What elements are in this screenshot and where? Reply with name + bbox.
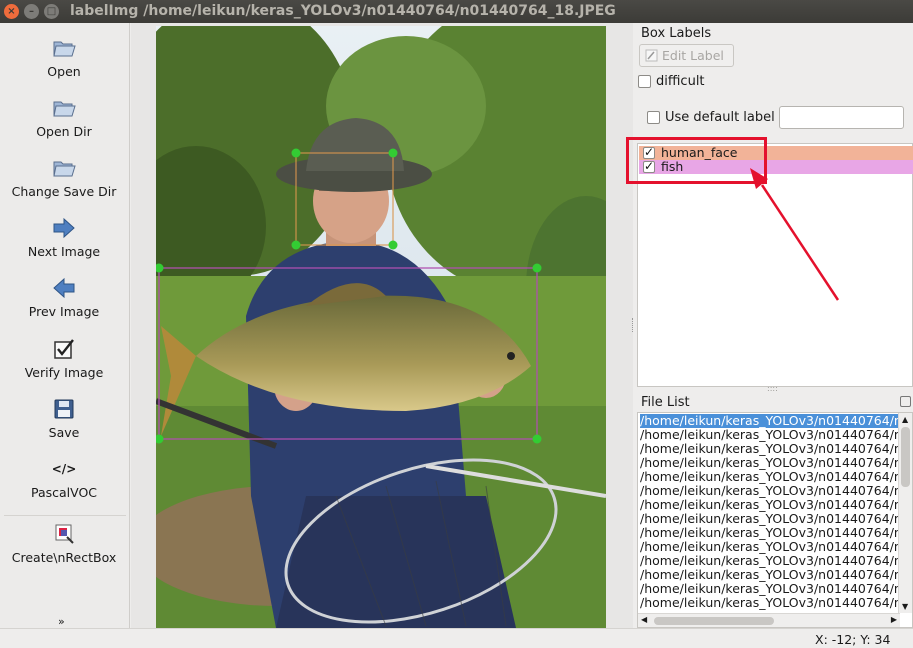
edit-label-text: Edit Label xyxy=(662,48,724,63)
change-save-dir-button[interactable]: Change Save Dir xyxy=(0,155,128,199)
file-list-title: File List xyxy=(641,395,690,410)
save-button[interactable]: Save xyxy=(0,396,128,440)
toolbar: Open Open Dir Change Save Dir Next Image… xyxy=(0,23,130,628)
create-rectbox-button[interactable]: Create\nRectBox xyxy=(0,521,128,565)
box-labels-title: Box Labels xyxy=(641,26,712,41)
open-label: Open xyxy=(47,64,81,79)
file-list-item[interactable]: /home/leikun/keras_YOLOv3/n01440764/n0 xyxy=(640,428,910,442)
folder-open-icon xyxy=(53,41,76,57)
arrow-right-icon xyxy=(53,217,75,239)
verify-image-button[interactable]: Verify Image xyxy=(0,336,128,380)
scroll-left-icon[interactable]: ◀ xyxy=(641,615,647,624)
create-rectbox-label: Create\nRectBox xyxy=(11,550,117,565)
file-list-horizontal-scrollbar[interactable]: ◀ ▶ xyxy=(638,613,900,627)
file-list-vertical-scrollbar[interactable]: ▲ ▼ xyxy=(898,413,912,613)
file-list-item[interactable]: /home/leikun/keras_YOLOv3/n01440764/n0 xyxy=(640,442,910,456)
minimize-window-button[interactable]: – xyxy=(24,4,39,19)
draw-rect-icon xyxy=(55,524,74,544)
photo xyxy=(156,26,606,628)
open-button[interactable]: Open xyxy=(0,35,128,79)
use-default-label-text: Use default label xyxy=(665,110,775,125)
file-list-item[interactable]: /home/leikun/keras_YOLOv3/n01440764/n0 xyxy=(640,568,910,582)
cursor-coordinates: X: -12; Y: 34 xyxy=(815,632,891,647)
open-dir-label: Open Dir xyxy=(36,124,92,139)
scroll-up-icon[interactable]: ▲ xyxy=(902,415,908,424)
toolbar-separator xyxy=(4,515,126,516)
next-image-label: Next Image xyxy=(27,244,101,259)
file-list-item[interactable]: /home/leikun/keras_YOLOv3/n01440764/n0 xyxy=(640,582,910,596)
use-default-label-checkbox[interactable] xyxy=(647,111,660,124)
maximize-window-button[interactable]: □ xyxy=(44,4,59,19)
file-list-item[interactable]: /home/leikun/keras_YOLOv3/n01440764/n0 xyxy=(640,540,910,554)
toolbar-more-icon[interactable]: » xyxy=(58,615,65,628)
highlight-arrow-icon xyxy=(750,168,840,301)
file-list-item[interactable]: /home/leikun/keras_YOLOv3/n01440764/n0 xyxy=(640,456,910,470)
floppy-disk-icon xyxy=(54,399,74,419)
file-list-item[interactable]: /home/leikun/keras_YOLOv3/n01440764/n0 xyxy=(640,484,910,498)
scroll-right-icon[interactable]: ▶ xyxy=(891,615,897,624)
difficult-label: difficult xyxy=(656,74,705,89)
file-list-item[interactable]: /home/leikun/keras_YOLOv3/n01440764/n0 xyxy=(640,470,910,484)
default-label-input[interactable] xyxy=(779,106,904,129)
splitter-handle[interactable] xyxy=(632,318,636,332)
change-save-dir-label: Change Save Dir xyxy=(11,184,117,199)
close-window-button[interactable]: × xyxy=(4,4,19,19)
scroll-thumb[interactable] xyxy=(654,617,774,625)
save-label: Save xyxy=(48,425,80,440)
folder-open-icon xyxy=(53,161,76,177)
file-list-item[interactable]: /home/leikun/keras_YOLOv3/n01440764/n0 xyxy=(640,512,910,526)
title-bar: × – □ labelImg /home/leikun/keras_YOLOv3… xyxy=(0,0,913,23)
open-dir-button[interactable]: Open Dir xyxy=(0,95,128,139)
image-canvas[interactable] xyxy=(131,23,633,628)
edit-icon xyxy=(645,49,658,62)
right-dock: Box Labels Edit Label difficult Use defa… xyxy=(637,23,913,628)
checkbox-icon xyxy=(54,339,74,359)
pascalvoc-label: PascalVOC xyxy=(30,485,98,500)
pascalvoc-button[interactable]: </> PascalVOC xyxy=(0,459,128,500)
file-list-item[interactable]: /home/leikun/keras_YOLOv3/n01440764/n0 xyxy=(640,554,910,568)
status-bar: X: -12; Y: 34 xyxy=(0,628,913,648)
prev-image-label: Prev Image xyxy=(28,304,100,319)
difficult-checkbox[interactable] xyxy=(638,75,651,88)
prev-image-button[interactable]: Prev Image xyxy=(0,275,128,319)
verify-image-label: Verify Image xyxy=(24,365,104,380)
file-list-item[interactable]: /home/leikun/keras_YOLOv3/n01440764/n0 xyxy=(640,414,910,428)
next-image-button[interactable]: Next Image xyxy=(0,215,128,259)
arrow-left-icon xyxy=(53,277,75,299)
edit-label-button[interactable]: Edit Label xyxy=(639,44,734,67)
dock-splitter[interactable]: :::: xyxy=(767,385,785,393)
file-list-item[interactable]: /home/leikun/keras_YOLOv3/n01440764/n0 xyxy=(640,526,910,540)
scroll-down-icon[interactable]: ▼ xyxy=(902,602,908,611)
photo-illustration xyxy=(156,26,606,628)
file-list-item[interactable]: /home/leikun/keras_YOLOv3/n01440764/n0 xyxy=(640,596,910,610)
folder-open-icon xyxy=(53,101,76,117)
float-dock-button[interactable] xyxy=(900,396,911,407)
code-tag-icon: </> xyxy=(51,462,77,476)
scroll-thumb[interactable] xyxy=(901,427,910,487)
file-list-item[interactable]: /home/leikun/keras_YOLOv3/n01440764/n0 xyxy=(640,498,910,512)
file-list: /home/leikun/keras_YOLOv3/n01440764/n0 /… xyxy=(637,412,913,628)
window-title: labelImg /home/leikun/keras_YOLOv3/n0144… xyxy=(70,3,616,19)
